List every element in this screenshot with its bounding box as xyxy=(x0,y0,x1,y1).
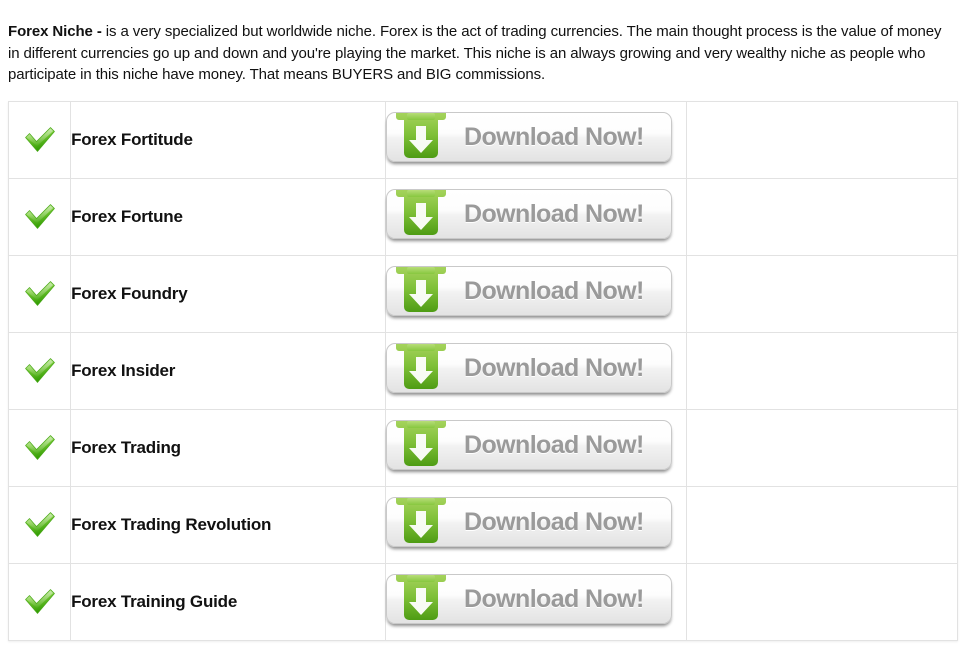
check-cell xyxy=(7,254,72,333)
download-now-button[interactable]: Download Now! xyxy=(386,266,673,316)
niche-title: Forex Niche - xyxy=(8,23,102,40)
product-title: Forex Training Guide xyxy=(71,591,238,611)
check-cell xyxy=(7,485,72,564)
title-cell: Forex Trading xyxy=(70,408,387,487)
check-cell xyxy=(7,562,72,641)
download-now-button[interactable]: Download Now! xyxy=(386,420,673,470)
product-table: Forex Fortitude Download Now! Forex Fort… xyxy=(7,100,959,641)
table-row-4: Forex Trading Download Now! xyxy=(7,408,959,487)
download-now-button[interactable]: Download Now! xyxy=(386,112,673,162)
product-title: Forex Fortitude xyxy=(71,129,193,149)
title-cell: Forex Fortune xyxy=(70,177,387,256)
download-now-label: Download Now! xyxy=(464,584,644,613)
action-cell: Download Now! xyxy=(385,562,687,641)
check-cell xyxy=(7,331,72,410)
title-cell: Forex Insider xyxy=(70,331,387,410)
download-now-label: Download Now! xyxy=(464,199,644,228)
green-check-icon xyxy=(23,279,57,309)
product-title: Forex Fortune xyxy=(71,206,183,226)
green-check-icon xyxy=(23,202,57,232)
check-cell xyxy=(7,100,72,179)
download-arrow-icon xyxy=(394,190,448,238)
title-cell: Forex Training Guide xyxy=(70,562,387,641)
blank-cell xyxy=(685,331,959,410)
title-cell: Forex Fortitude xyxy=(70,100,387,179)
blank-cell xyxy=(685,485,959,564)
action-cell: Download Now! xyxy=(385,177,687,256)
action-cell: Download Now! xyxy=(385,254,687,333)
download-now-button[interactable]: Download Now! xyxy=(386,343,673,393)
action-cell: Download Now! xyxy=(385,485,687,564)
product-table-body: Forex Fortitude Download Now! Forex Fort… xyxy=(7,100,959,641)
download-now-label: Download Now! xyxy=(464,353,644,382)
green-check-icon xyxy=(23,125,57,155)
download-now-label: Download Now! xyxy=(464,122,644,151)
product-table-wrapper: Forex Fortitude Download Now! Forex Fort… xyxy=(7,100,959,641)
green-check-icon xyxy=(23,356,57,386)
green-check-icon xyxy=(23,433,57,463)
table-row-0: Forex Fortitude Download Now! xyxy=(7,100,959,179)
title-cell: Forex Foundry xyxy=(70,254,387,333)
download-now-button[interactable]: Download Now! xyxy=(386,497,673,547)
download-arrow-icon xyxy=(394,498,448,546)
green-check-icon xyxy=(23,587,57,617)
action-cell: Download Now! xyxy=(385,408,687,487)
table-row-2: Forex Foundry Download Now! xyxy=(7,254,959,333)
download-arrow-icon xyxy=(394,421,448,469)
download-now-label: Download Now! xyxy=(464,507,644,536)
download-now-label: Download Now! xyxy=(464,430,644,459)
table-row-5: Forex Trading Revolution Download Now! xyxy=(7,485,959,564)
download-arrow-icon xyxy=(394,267,448,315)
green-check-icon xyxy=(23,510,57,540)
action-cell: Download Now! xyxy=(385,100,687,179)
product-title: Forex Trading xyxy=(71,437,181,457)
blank-cell xyxy=(685,254,959,333)
title-cell: Forex Trading Revolution xyxy=(70,485,387,564)
download-now-button[interactable]: Download Now! xyxy=(386,574,673,624)
table-row-1: Forex Fortune Download Now! xyxy=(7,177,959,256)
blank-cell xyxy=(685,562,959,641)
table-row-6: Forex Training Guide Download Now! xyxy=(7,562,959,641)
download-arrow-icon xyxy=(394,575,448,623)
action-cell: Download Now! xyxy=(385,331,687,410)
download-now-label: Download Now! xyxy=(464,276,644,305)
download-arrow-icon xyxy=(394,344,448,392)
product-title: Forex Trading Revolution xyxy=(71,514,272,534)
check-cell xyxy=(7,177,72,256)
blank-cell xyxy=(685,408,959,487)
table-row-3: Forex Insider Download Now! xyxy=(7,331,959,410)
check-cell xyxy=(7,408,72,487)
niche-description: Forex Niche - is a very specialized but … xyxy=(0,15,965,86)
product-title: Forex Insider xyxy=(71,360,176,380)
blank-cell xyxy=(685,100,959,179)
download-arrow-icon xyxy=(394,113,448,161)
download-now-button[interactable]: Download Now! xyxy=(386,189,673,239)
niche-body: is a very specialized but worldwide nich… xyxy=(8,23,942,83)
product-title: Forex Foundry xyxy=(71,283,188,303)
blank-cell xyxy=(685,177,959,256)
